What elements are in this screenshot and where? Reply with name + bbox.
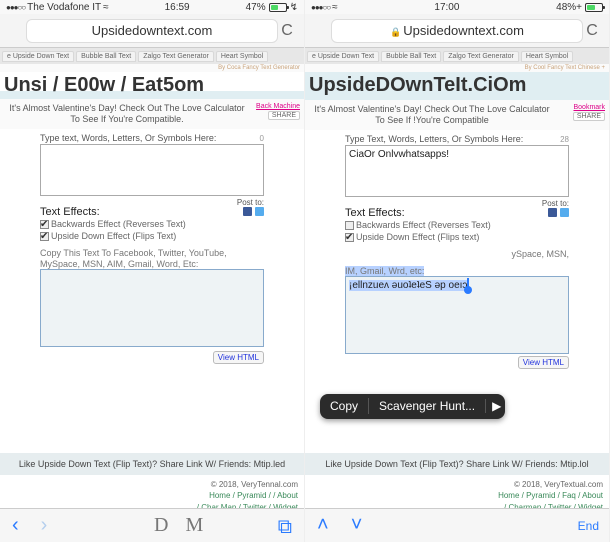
share-section: Like Upside Down Text (Flip Text)? Share… [305, 453, 609, 475]
effect-backwards-row[interactable]: Backwards Effect (Reverses Text) [345, 219, 491, 231]
lock-icon [390, 23, 403, 38]
checkbox-icon[interactable] [345, 233, 354, 242]
footer-copyright: © 2018, VeryTextual.com [311, 479, 603, 490]
clock: 16:59 [165, 2, 190, 13]
site-tab[interactable]: Zalgo Text Generator [443, 51, 519, 62]
output-label-line2: IM, Gmail, Wrd, etc: [345, 266, 569, 277]
forward-button[interactable]: › [41, 514, 48, 537]
input-label: Type Text, Words, Letters, Or Symbols He… [345, 134, 523, 144]
site-tab[interactable]: Heart Symbol [521, 51, 573, 62]
view-html-button[interactable]: View HTML [518, 356, 569, 369]
text-selection-menu: Copy Scavenger Hunt... ▶ [320, 394, 505, 419]
effect-upside-row[interactable]: Upside Down Effect (Flips text) [345, 231, 491, 243]
view-html-button[interactable]: View HTML [213, 351, 264, 364]
url-field[interactable]: Upsidedowntext.com [26, 19, 278, 43]
site-tab[interactable]: e Upside Down Text [307, 51, 379, 62]
main-content: Type Text, Words, Letters, Or Symbols He… [305, 130, 609, 448]
credit-line: By Cool Fancy Text Chinese + [305, 64, 609, 72]
site-tab[interactable]: e Upside Down Text [2, 51, 74, 62]
battery-icon [269, 3, 287, 12]
share-badge[interactable]: SHARE [573, 112, 605, 121]
char-counter: 0 [260, 134, 264, 143]
input-textarea[interactable] [345, 145, 569, 197]
done-button[interactable]: End [578, 519, 599, 533]
next-field-button[interactable]: ˅ [351, 514, 363, 537]
output-label: ySpace, MSN, [345, 249, 569, 260]
lookup-menu-item[interactable]: Scavenger Hunt... [369, 399, 485, 413]
back-button[interactable]: ‹ [12, 514, 19, 537]
browser-toolbar: ‹ › D M ⧉ [0, 508, 304, 542]
reload-button[interactable]: C [276, 20, 298, 42]
wifi-icon: ≈ [103, 2, 109, 13]
promo-text: It's Almost Valentine's Day! Check Out T… [309, 104, 555, 126]
phone-left: ●●●○○ The Vodafone IT ≈ 16:59 47% ↯ Upsi… [0, 0, 305, 542]
page-title: Unsi / E00w / Eat5om [0, 72, 304, 99]
browser-nav-bar: Upsidedowntext.com C [305, 14, 609, 48]
copy-menu-item[interactable]: Copy [320, 399, 368, 413]
battery-pct: 47% [246, 2, 266, 13]
browser-nav-bar: Upsidedowntext.com C [0, 14, 304, 48]
credit-line: By Coca Fancy Text Generator [0, 64, 304, 72]
bookmark-link[interactable]: Back Machine [250, 103, 300, 110]
site-tabs: e Upside Down Text Bubble Ball Text Zalg… [305, 48, 609, 64]
footer-copyright: © 2018, VeryTennal.com [6, 479, 298, 490]
status-bar: ●●●○○ The Vodafone IT ≈ 16:59 47% ↯ [0, 0, 304, 14]
effect-upside-row[interactable]: Upside Down Effect (Flips Text) [40, 230, 186, 242]
tabs-button[interactable]: ⧉ [278, 516, 292, 538]
output-textarea[interactable] [40, 269, 264, 347]
main-content: Type text, Words, Letters, Or Symbols He… [0, 129, 304, 448]
output-textarea[interactable]: ¡ellnzueʌ əuoʇeʇeS əp oeıɔ [345, 276, 569, 354]
page-title: UpsideDOwnTeIt.CiOm [305, 72, 609, 100]
site-tab[interactable]: Bubble Ball Text [76, 51, 136, 62]
char-counter: 28 [560, 135, 569, 144]
facebook-icon[interactable] [548, 208, 557, 217]
carrier-label: The Vodafone IT [27, 2, 101, 13]
menu-more-icon[interactable]: ▶ [485, 399, 505, 413]
checkbox-icon[interactable] [40, 220, 49, 229]
battery-pct: 48%+ [556, 2, 582, 13]
promo-text: It's Almost Valentine's Day! Check Out T… [4, 103, 250, 125]
keyboard-accessory-bar: ˄ ˅ End [305, 508, 609, 542]
site-tab[interactable]: Heart Symbol [216, 51, 268, 62]
effect-backwards-row[interactable]: Backwards Effect (Reverses Text) [40, 218, 186, 230]
site-tab[interactable]: Zalgo Text Generator [138, 51, 214, 62]
post-to-label: Post to: [542, 199, 569, 208]
url-text: Upsidedowntext.com [92, 23, 213, 38]
site-tabs: e Upside Down Text Bubble Ball Text Zalg… [0, 48, 304, 64]
input-label: Type text, Words, Letters, Or Symbols He… [40, 133, 216, 143]
signal-icon: ●●●○○ [311, 3, 330, 12]
wifi-icon: ≈ [332, 2, 338, 13]
selection-handle-icon[interactable] [467, 278, 469, 288]
site-tab[interactable]: Bubble Ball Text [381, 51, 441, 62]
promo-row: It's Almost Valentine's Day! Check Out T… [0, 99, 304, 129]
checkbox-icon[interactable] [40, 232, 49, 241]
output-label: Copy This Text To Facebook, Twitter, You… [40, 248, 264, 270]
share-badge[interactable]: SHARE [268, 111, 300, 120]
clock: 17:00 [434, 2, 459, 13]
signal-icon: ●●●○○ [6, 3, 25, 12]
battery-icon [585, 3, 603, 12]
output-selected-text: ¡ellnzueʌ əuoʇeʇeS əp oeıɔ [349, 280, 467, 291]
share-section: Like Upside Down Text (Flip Text)? Share… [0, 453, 304, 475]
facebook-icon[interactable] [243, 207, 252, 216]
charging-icon: ↯ [290, 2, 298, 13]
status-bar: ●●●○○ ≈ 17:00 48%+ [305, 0, 609, 14]
url-field[interactable]: Upsidedowntext.com [331, 19, 583, 43]
url-text: Upsidedowntext.com [403, 23, 524, 38]
toolbar-center-icon[interactable]: D M [59, 514, 304, 537]
twitter-icon[interactable] [255, 207, 264, 216]
input-textarea[interactable] [40, 144, 264, 196]
effects-heading: Text Effects: [345, 207, 491, 219]
prev-field-button[interactable]: ˄ [317, 514, 329, 537]
checkbox-icon[interactable] [345, 221, 354, 230]
promo-row: It's Almost Valentine's Day! Check Out T… [305, 100, 609, 130]
post-to-label: Post to: [237, 198, 264, 207]
reload-button[interactable]: C [581, 20, 603, 42]
bookmark-link[interactable]: Bookmark [555, 104, 605, 111]
twitter-icon[interactable] [560, 208, 569, 217]
effects-heading: Text Effects: [40, 206, 186, 218]
phone-right: ●●●○○ ≈ 17:00 48%+ Upsidedowntext.com C … [305, 0, 610, 542]
